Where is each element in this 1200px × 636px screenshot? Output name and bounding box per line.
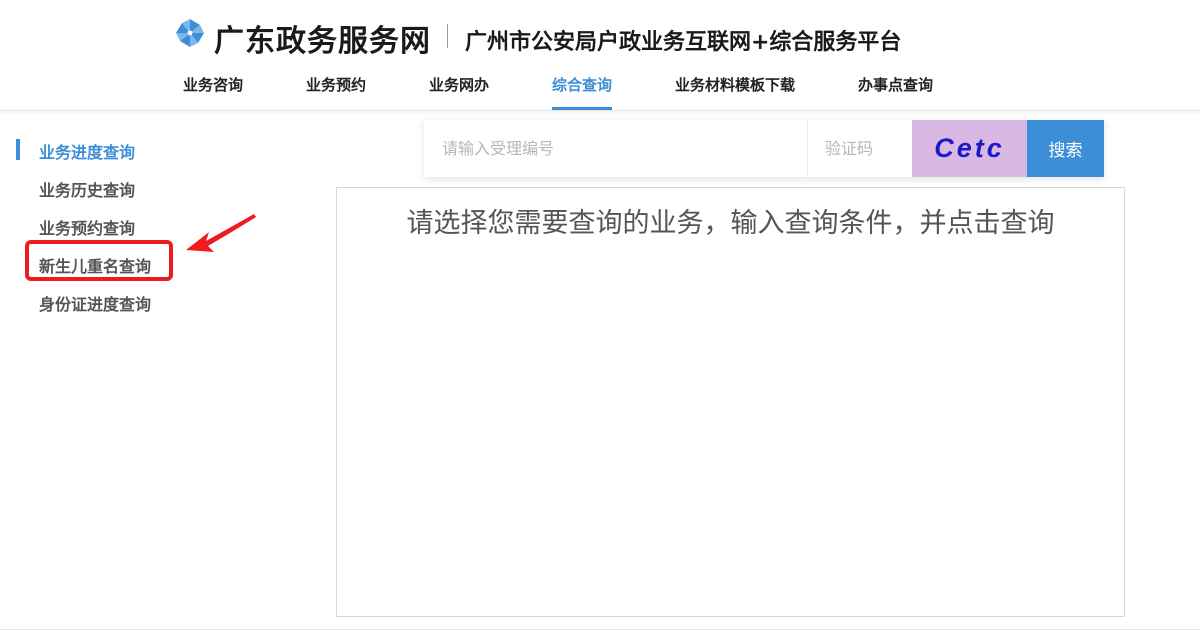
captcha-image[interactable]: Cetc [912,120,1027,177]
sidebar-active-indicator [16,139,20,160]
sidebar-item-appointment-query[interactable]: 业务预约查询 [39,215,135,239]
footer-divider [0,629,1200,630]
platform-name: 广州市公安局户政业务互联网+综合服务平台 [465,30,902,55]
nav-item-appointment[interactable]: 业务预约 [306,74,366,110]
site-header: 广东政务服务网 广州市公安局户政业务互联网+综合服务平台 业务咨询 业务预约 业… [0,0,1200,111]
search-button[interactable]: 搜索 [1027,120,1104,177]
search-bar: Cetc 搜索 [424,120,1104,177]
captcha-input[interactable] [807,120,912,177]
nav-item-online-service[interactable]: 业务网办 [429,74,489,110]
pinwheel-logo-icon [176,19,204,47]
nav-item-comprehensive-query[interactable]: 综合查询 [552,74,613,110]
acceptance-number-input[interactable] [424,120,807,177]
red-highlight-box [25,240,173,281]
sidebar-item-history-query[interactable]: 业务历史查询 [39,177,135,201]
nav-item-template-download[interactable]: 业务材料模板下载 [675,74,795,110]
red-arrow-icon [186,214,256,252]
result-panel: 请选择您需要查询的业务，输入查询条件，并点击查询 [336,187,1125,617]
nav-item-consult[interactable]: 业务咨询 [183,74,243,110]
site-name[interactable]: 广东政务服务网 [214,16,431,60]
result-message: 请选择您需要查询的业务，输入查询条件，并点击查询 [406,208,1055,239]
captcha-image-text: Cetc [934,133,1005,163]
sidebar-item-id-card-progress-query[interactable]: 身份证进度查询 [39,291,151,315]
sidebar-item-progress-query[interactable]: 业务进度查询 [39,139,135,163]
nav-item-office-query[interactable]: 办事点查询 [858,74,933,110]
title-divider [447,24,448,48]
